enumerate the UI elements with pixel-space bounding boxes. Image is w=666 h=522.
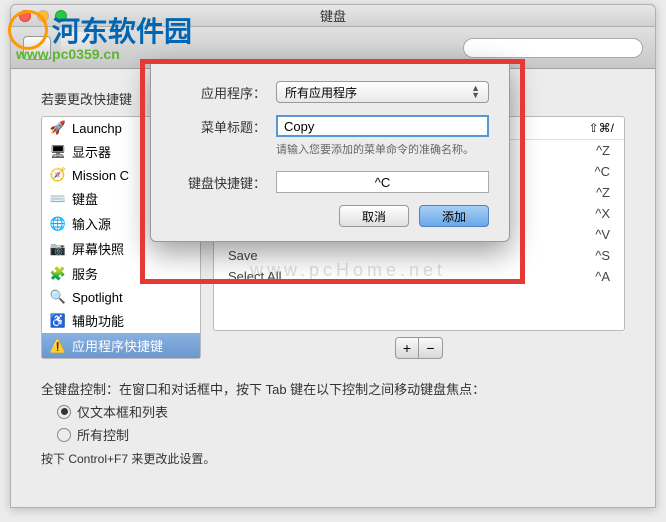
add-remove-group: + − <box>213 337 625 359</box>
sidebar-item-label: 屏幕快照 <box>72 239 124 258</box>
radio-all-controls[interactable]: 所有控制 <box>57 425 625 444</box>
add-button[interactable]: 添加 <box>419 205 489 227</box>
spotlight-icon: 🔍 <box>50 289 66 305</box>
sidebar-item-label: 键盘 <box>72 189 98 208</box>
sidebar-item[interactable]: 🔍 Spotlight <box>42 286 200 308</box>
chevron-updown-icon: ▲▼ <box>471 85 480 99</box>
radio-icon <box>57 405 71 419</box>
search-input[interactable] <box>463 38 643 58</box>
cancel-button[interactable]: 取消 <box>339 205 409 227</box>
input-icon: 🌐 <box>50 216 66 232</box>
display-icon: 🖥 <box>50 144 66 160</box>
sidebar-item-label: 应用程序快捷键 <box>72 336 163 355</box>
menu-title-input[interactable] <box>276 115 489 137</box>
sidebar-item[interactable]: 🧩 服务 <box>42 261 200 286</box>
menu-title-label: 菜单标题： <box>171 117 266 136</box>
menu-title-hint: 请输入您要添加的菜单命令的准确名称。 <box>276 141 489 157</box>
sidebar-item-label: 辅助功能 <box>72 311 124 330</box>
screenshot-icon: 📷 <box>50 241 66 257</box>
sidebar-item-label: 服务 <box>72 264 98 283</box>
list-item[interactable]: Select All^A <box>214 266 624 287</box>
radio-text-boxes[interactable]: 仅文本框和列表 <box>57 402 625 421</box>
remove-shortcut-button[interactable]: − <box>419 337 443 359</box>
radio-icon <box>57 428 71 442</box>
launchpad-icon: 🚀 <box>50 120 66 136</box>
app-shortcuts-icon: ⚠️ <box>50 338 66 354</box>
sidebar-item-app-shortcuts[interactable]: ⚠️ 应用程序快捷键 <box>42 333 200 358</box>
access-heading: 全键盘控制：在窗口和对话框中，按下 Tab 键在以下控制之间移动键盘焦点： <box>41 379 625 398</box>
sidebar-item-label: Mission C <box>72 168 129 183</box>
sidebar-item[interactable]: ♿ 辅助功能 <box>42 308 200 333</box>
accessibility-icon: ♿ <box>50 313 66 329</box>
add-shortcut-button[interactable]: + <box>395 337 419 359</box>
sidebar-item-label: Spotlight <box>72 290 123 305</box>
sidebar-item-label: Launchp <box>72 121 122 136</box>
shortcut-input[interactable] <box>276 171 489 193</box>
sidebar-item-label: 显示器 <box>72 142 111 161</box>
list-item[interactable]: Save^S <box>214 245 624 266</box>
shortcut-label: 键盘快捷键： <box>171 173 266 192</box>
keyboard-icon: ⌨️ <box>50 191 66 207</box>
access-footer: 按下 Control+F7 来更改此设置。 <box>41 450 625 467</box>
app-label: 应用程序： <box>171 83 266 102</box>
watermark-logo: 河东软件园 www.pc0359.cn <box>8 10 192 62</box>
add-shortcut-dialog: 应用程序： 所有应用程序 ▲▼ 菜单标题： 请输入您要添加的菜单命令的准确名称。… <box>150 62 510 242</box>
logo-icon <box>8 10 48 50</box>
sidebar-item-label: 输入源 <box>72 214 111 233</box>
app-select[interactable]: 所有应用程序 ▲▼ <box>276 81 489 103</box>
mission-icon: 🧭 <box>50 167 66 183</box>
services-icon: 🧩 <box>50 266 66 282</box>
